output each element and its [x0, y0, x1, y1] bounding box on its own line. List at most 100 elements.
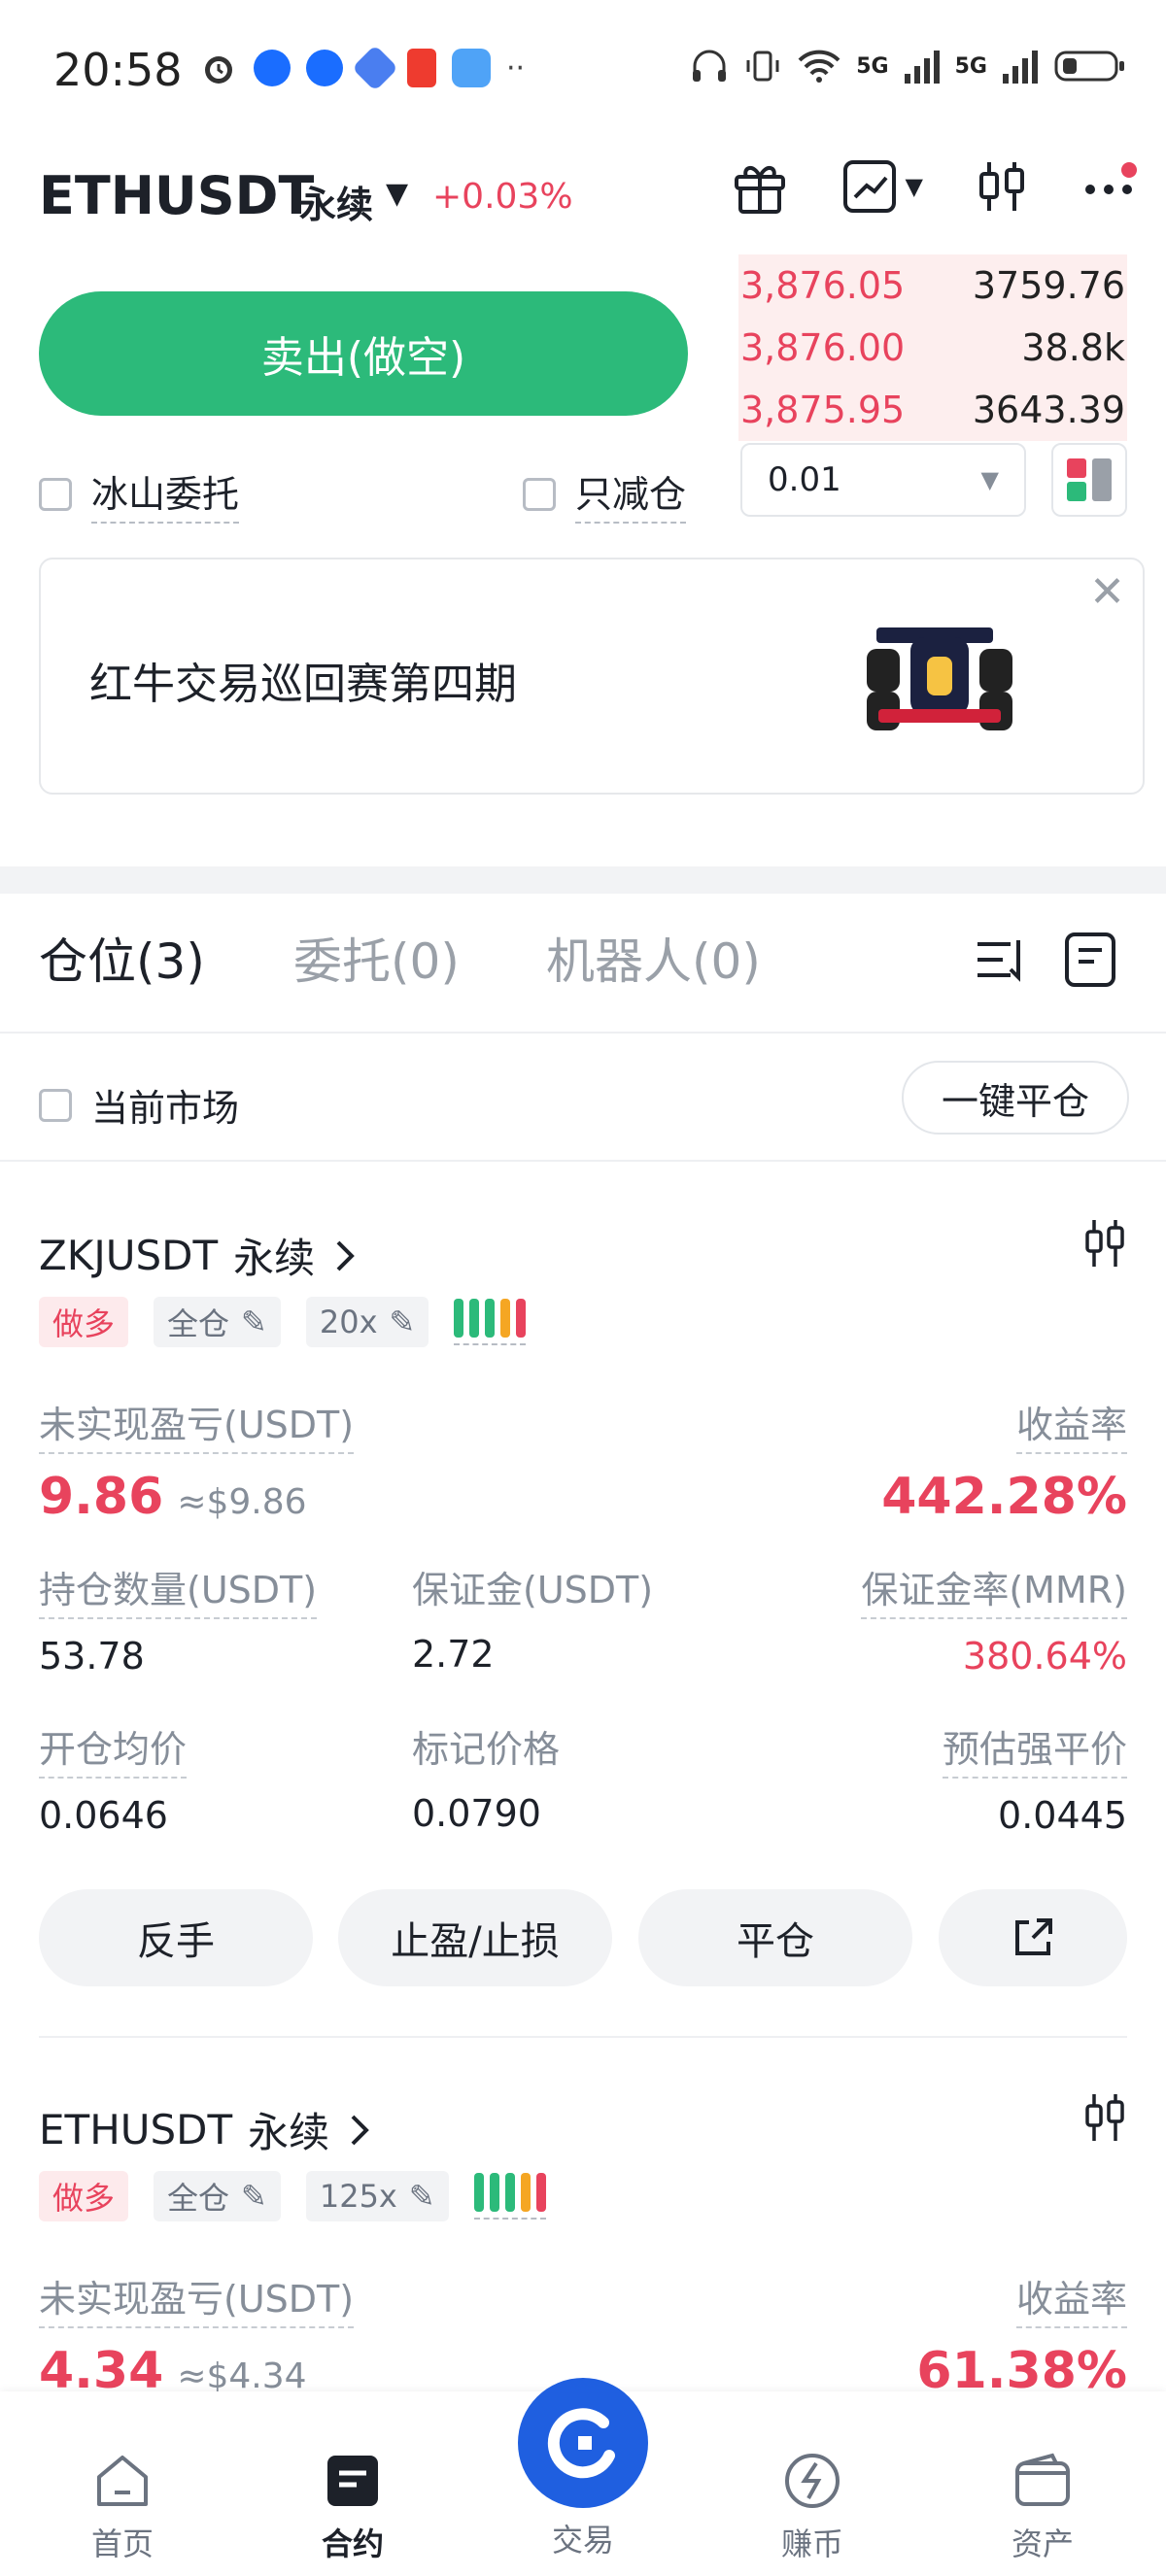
margin-mode-label: 全仓 — [167, 1305, 230, 1342]
iceberg-checkbox[interactable] — [39, 477, 72, 511]
order-book-asks: 3,876.05 3759.76 3,876.00 38.8k 3,875.95… — [738, 254, 1127, 441]
ask-price: 3,875.95 — [740, 389, 906, 431]
position-symbol: ZKJUSDT — [39, 1232, 219, 1279]
ask-qty: 38.8k — [1021, 326, 1125, 369]
ask-row[interactable]: 3,876.05 3759.76 — [738, 254, 1127, 317]
more-notifications-icon: ·· — [506, 51, 526, 85]
reduce-only-checkbox[interactable] — [523, 477, 556, 511]
contract-type[interactable]: 永续 — [299, 175, 373, 228]
close-icon[interactable]: ✕ — [1089, 567, 1125, 617]
history-icon[interactable] — [1061, 931, 1119, 989]
share-icon — [1015, 1918, 1052, 1955]
trade-button[interactable] — [518, 2378, 648, 2508]
roe-label: 收益率 — [1015, 2269, 1127, 2328]
close-all-button[interactable]: 一键平仓 — [902, 1061, 1129, 1135]
edit-icon: ✎ — [408, 2178, 435, 2215]
tab-bots[interactable]: 机器人(0) — [546, 923, 761, 993]
orderbook-layout-button[interactable] — [1051, 443, 1127, 517]
nav-label: 资产 — [1011, 2525, 1074, 2562]
unrealized-pnl-label: 未实现盈亏(USDT) — [39, 2269, 355, 2328]
sort-icon[interactable] — [972, 931, 1030, 989]
roe-label: 收益率 — [1015, 1395, 1127, 1454]
ask-row[interactable]: 3,876.00 38.8k — [738, 317, 1127, 379]
ask-row[interactable]: 3,875.95 3643.39 — [738, 379, 1127, 441]
nav-home[interactable]: 首页 — [54, 2450, 190, 2564]
margin-mode-tag[interactable]: 全仓 ✎ — [154, 2171, 281, 2221]
nav-contract[interactable]: 合约 — [285, 2450, 421, 2564]
adl-indicator-icon — [473, 2173, 546, 2220]
weather-icon — [452, 49, 491, 87]
size-block: 持仓数量(USDT) 53.78 — [39, 1560, 318, 1678]
section-divider — [0, 866, 1166, 894]
header-actions: ▼ — [729, 155, 1137, 218]
close-position-button[interactable]: 平仓 — [638, 1889, 912, 1986]
roe-value: 442.28% — [881, 1468, 1127, 1526]
entry-value: 0.0646 — [39, 1794, 168, 1837]
nav-earn[interactable]: 赚币 — [744, 2450, 880, 2564]
margin-mode-tag[interactable]: 全仓 ✎ — [154, 1297, 281, 1347]
position-title[interactable]: ZKJUSDT 永续 — [39, 1226, 1127, 1285]
network-type-1: 5G — [856, 53, 889, 79]
price-change: +0.03% — [432, 177, 573, 217]
mark-label: 标记价格 — [412, 1728, 561, 1771]
mmr-block: 保证金率(MMR) 380.64% — [861, 1560, 1127, 1678]
system-status-icons: 5G 5G — [689, 47, 1127, 85]
chevron-right-icon — [351, 2115, 370, 2145]
sell-short-button[interactable]: 卖出(做空) — [39, 291, 688, 416]
leverage-tag[interactable]: 20x ✎ — [305, 1297, 429, 1347]
caret-down-icon: ▼ — [905, 173, 923, 200]
chart-menu[interactable]: ▼ — [841, 158, 923, 215]
battery-icon — [1054, 51, 1124, 82]
candlestick-icon[interactable] — [974, 158, 1030, 215]
current-market-filter[interactable]: 当前市场 — [39, 1078, 239, 1132]
wifi-icon — [798, 50, 840, 83]
positions-tabs: 仓位(3) 委托(0) 机器人(0) — [39, 923, 1127, 1000]
leverage-tag[interactable]: 125x ✎ — [305, 2171, 449, 2221]
side-tag: 做多 — [39, 2171, 129, 2221]
current-market-checkbox[interactable] — [39, 1088, 72, 1122]
reduce-only-option[interactable]: 只减仓 — [523, 464, 687, 524]
caret-down-icon: ▼ — [980, 466, 999, 493]
chevron-right-icon — [336, 1240, 355, 1271]
chart-trend-icon — [842, 160, 896, 213]
candlestick-icon[interactable] — [1082, 2092, 1127, 2143]
contract-icon — [327, 2456, 378, 2506]
gift-icon[interactable] — [729, 155, 791, 218]
caret-down-icon[interactable]: ▼ — [386, 177, 408, 211]
tp-sl-button[interactable]: 止盈/止损 — [338, 1889, 612, 1986]
side-tag: 做多 — [39, 1297, 129, 1347]
nav-label: 赚币 — [780, 2525, 843, 2562]
candlestick-icon[interactable] — [1082, 1218, 1127, 1269]
reverse-button[interactable]: 反手 — [39, 1889, 313, 1986]
banner-text: 红牛交易巡回赛第四期 — [89, 660, 517, 709]
tab-orders[interactable]: 委托(0) — [293, 923, 460, 993]
ask-price: 3,876.00 — [740, 326, 906, 369]
position-tags: 做多 全仓 ✎ 125x ✎ — [39, 2171, 1127, 2221]
mmr-value: 380.64% — [962, 1635, 1127, 1678]
position-tags: 做多 全仓 ✎ 20x ✎ — [39, 1297, 1127, 1347]
race-car-icon — [867, 627, 1012, 730]
margin-label: 保证金(USDT) — [412, 1569, 654, 1611]
network-type-2: 5G — [954, 53, 987, 79]
mark-block: 标记价格 0.0790 — [412, 1719, 560, 1835]
unrealized-pnl-value: 9.86 — [39, 1468, 164, 1526]
symbol-selector[interactable]: ETHUSDT — [39, 165, 314, 226]
trade-icon — [547, 2408, 615, 2479]
app-notification-icon — [306, 50, 343, 86]
position-contract-type: 永续 — [233, 1235, 316, 1282]
adl-indicator-icon — [454, 1299, 527, 1345]
liq-block: 预估强平价 0.0445 — [942, 1719, 1127, 1837]
quantity-step-select[interactable]: 0.01 ▼ — [740, 443, 1026, 517]
entry-block: 开仓均价 0.0646 — [39, 1719, 188, 1837]
share-button[interactable] — [939, 1889, 1127, 1986]
iceberg-option[interactable]: 冰山委托 — [39, 464, 240, 524]
wallet-icon — [1015, 2453, 1070, 2506]
more-menu[interactable] — [1080, 158, 1137, 215]
status-bar: 20:58 ·· 5G 5G — [0, 0, 1166, 146]
tab-positions[interactable]: 仓位(3) — [39, 923, 205, 993]
promo-banner[interactable]: 红牛交易巡回赛第四期 ✕ — [39, 558, 1145, 795]
position-title[interactable]: ETHUSDT 永续 — [39, 2100, 1127, 2159]
margin-value: 2.72 — [412, 1633, 495, 1676]
nav-assets[interactable]: 资产 — [975, 2450, 1111, 2564]
mmr-label: 保证金率(MMR) — [861, 1560, 1127, 1619]
